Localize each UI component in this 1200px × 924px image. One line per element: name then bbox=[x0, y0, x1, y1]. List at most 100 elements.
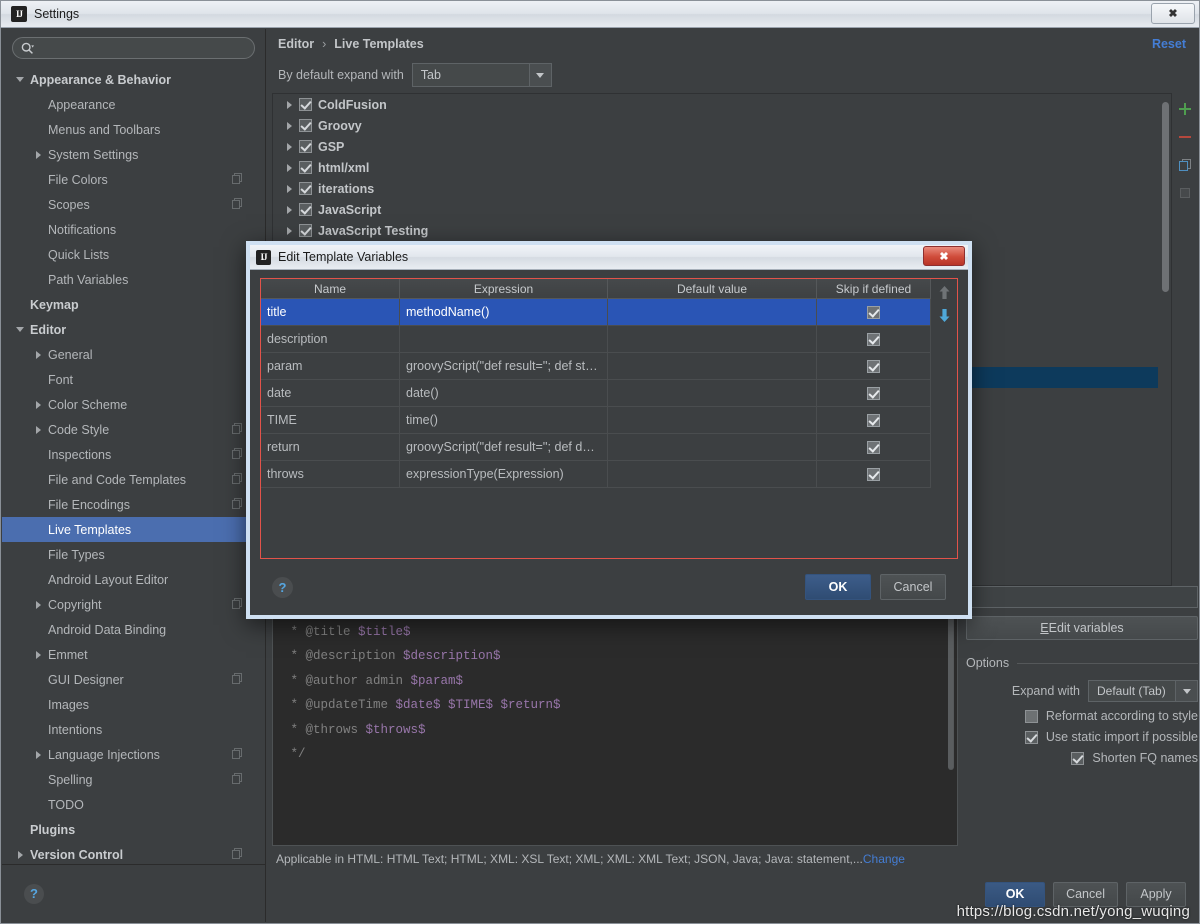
cell-expression[interactable]: groovyScript("def result=''; def st… bbox=[400, 353, 608, 379]
sidebar-item-gui-designer[interactable]: GUI Designer bbox=[2, 667, 265, 692]
code-editor-scrollbar[interactable] bbox=[946, 588, 956, 844]
sidebar-item-menus-and-toolbars[interactable]: Menus and Toolbars bbox=[2, 117, 265, 142]
column-header[interactable]: Expression bbox=[400, 279, 608, 299]
add-template-button[interactable] bbox=[1177, 101, 1193, 117]
arrow-up-icon[interactable] bbox=[938, 285, 951, 300]
dialog-close-button[interactable]: ✖ bbox=[923, 246, 965, 266]
dialog-ok-button[interactable]: OK bbox=[805, 574, 871, 600]
window-close-button[interactable]: ✖ bbox=[1151, 3, 1195, 24]
variables-table[interactable]: Name Expression Default value Skip if defin… bbox=[261, 279, 931, 558]
cell-default-value[interactable] bbox=[608, 461, 817, 487]
sidebar-item-code-style[interactable]: Code Style bbox=[2, 417, 265, 442]
skip-if-defined-checkbox[interactable] bbox=[867, 413, 880, 427]
cell-default-value[interactable] bbox=[608, 353, 817, 379]
option-row[interactable]: Reformat according to style bbox=[966, 709, 1198, 723]
twisty-right-icon[interactable] bbox=[281, 205, 297, 214]
expand-with-select[interactable]: Tab bbox=[411, 63, 552, 87]
template-group-row[interactable]: JavaScript Testing bbox=[273, 220, 1158, 241]
cell-name[interactable]: throws bbox=[261, 461, 400, 487]
sidebar-item-font[interactable]: Font bbox=[2, 367, 265, 392]
sidebar-item-images[interactable]: Images bbox=[2, 692, 265, 717]
sidebar-item-scopes[interactable]: Scopes bbox=[2, 192, 265, 217]
twisty-right-icon[interactable] bbox=[281, 142, 297, 151]
sidebar-item-file-and-code-templates[interactable]: File and Code Templates bbox=[2, 467, 265, 492]
option-checkbox[interactable] bbox=[1024, 709, 1038, 723]
twisty-down-icon[interactable] bbox=[12, 77, 28, 82]
template-code-editor[interactable]: /** * @title $title$ * @description $des… bbox=[272, 586, 958, 846]
arrow-down-icon[interactable] bbox=[938, 308, 951, 323]
cell-name[interactable]: title bbox=[261, 299, 400, 325]
variables-table-body[interactable]: title methodName() description param groovyS… bbox=[261, 299, 931, 558]
help-button[interactable]: ? bbox=[24, 883, 44, 904]
sidebar-item-file-encodings[interactable]: File Encodings bbox=[2, 492, 265, 517]
table-row[interactable]: param groovyScript("def result=''; def st… bbox=[261, 353, 931, 380]
cell-skip-if-defined[interactable] bbox=[817, 380, 931, 406]
twisty-right-icon[interactable] bbox=[281, 100, 297, 109]
sidebar-item-general[interactable]: General bbox=[2, 342, 265, 367]
search-input[interactable] bbox=[38, 41, 246, 55]
sidebar-item-appearance-behavior[interactable]: Appearance & Behavior bbox=[2, 67, 265, 92]
cell-expression[interactable] bbox=[400, 326, 608, 352]
description-field[interactable] bbox=[966, 586, 1198, 608]
twisty-right-icon[interactable] bbox=[281, 163, 297, 172]
template-group-checkbox[interactable] bbox=[299, 203, 312, 216]
template-group-checkbox[interactable] bbox=[299, 182, 312, 195]
table-row[interactable]: return groovyScript("def result=''; def d… bbox=[261, 434, 931, 461]
cell-skip-if-defined[interactable] bbox=[817, 299, 931, 325]
settings-tree[interactable]: Appearance & Behavior Appearance Menus and… bbox=[2, 65, 265, 864]
cell-expression[interactable]: date() bbox=[400, 380, 608, 406]
option-row[interactable]: Shorten FQ names bbox=[966, 751, 1198, 765]
skip-if-defined-checkbox[interactable] bbox=[867, 305, 880, 319]
twisty-right-icon[interactable] bbox=[281, 226, 297, 235]
sidebar-item-language-injections[interactable]: Language Injections bbox=[2, 742, 265, 767]
cell-default-value[interactable] bbox=[608, 407, 817, 433]
twisty-right-icon[interactable] bbox=[30, 400, 46, 409]
sidebar-item-system-settings[interactable]: System Settings bbox=[2, 142, 265, 167]
chevron-down-icon[interactable] bbox=[1175, 681, 1197, 701]
cell-name[interactable]: return bbox=[261, 434, 400, 460]
option-row[interactable]: Use static import if possible bbox=[966, 730, 1198, 744]
twisty-right-icon[interactable] bbox=[281, 184, 297, 193]
cell-skip-if-defined[interactable] bbox=[817, 353, 931, 379]
sidebar-item-copyright[interactable]: Copyright bbox=[2, 592, 265, 617]
sidebar-item-appearance[interactable]: Appearance bbox=[2, 92, 265, 117]
table-row[interactable]: TIME time() bbox=[261, 407, 931, 434]
cell-skip-if-defined[interactable] bbox=[817, 326, 931, 352]
column-header[interactable]: Default value bbox=[608, 279, 817, 299]
column-header[interactable]: Name bbox=[261, 279, 400, 299]
option-checkbox[interactable] bbox=[1024, 730, 1038, 744]
template-list-scrollbar[interactable] bbox=[1158, 93, 1172, 586]
sidebar-item-emmet[interactable]: Emmet bbox=[2, 642, 265, 667]
cell-default-value[interactable] bbox=[608, 380, 817, 406]
skip-if-defined-checkbox[interactable] bbox=[867, 440, 880, 454]
sidebar-item-plugins[interactable]: Plugins bbox=[2, 817, 265, 842]
template-group-checkbox[interactable] bbox=[299, 161, 312, 174]
option-checkbox[interactable] bbox=[1071, 751, 1085, 765]
cell-skip-if-defined[interactable] bbox=[817, 434, 931, 460]
cell-default-value[interactable] bbox=[608, 299, 817, 325]
twisty-right-icon[interactable] bbox=[30, 750, 46, 759]
cell-skip-if-defined[interactable] bbox=[817, 461, 931, 487]
twisty-right-icon[interactable] bbox=[281, 121, 297, 130]
cell-default-value[interactable] bbox=[608, 434, 817, 460]
cell-default-value[interactable] bbox=[608, 326, 817, 352]
template-group-row[interactable]: Groovy bbox=[273, 115, 1158, 136]
sidebar-item-live-templates[interactable]: Live Templates bbox=[2, 517, 265, 542]
sidebar-item-editor[interactable]: Editor bbox=[2, 317, 265, 342]
sidebar-item-android-layout-editor[interactable]: Android Layout Editor bbox=[2, 567, 265, 592]
sidebar-item-quick-lists[interactable]: Quick Lists bbox=[2, 242, 265, 267]
sidebar-item-intentions[interactable]: Intentions bbox=[2, 717, 265, 742]
twisty-right-icon[interactable] bbox=[30, 150, 46, 159]
skip-if-defined-checkbox[interactable] bbox=[867, 386, 880, 400]
sidebar-item-notifications[interactable]: Notifications bbox=[2, 217, 265, 242]
sidebar-item-file-colors[interactable]: File Colors bbox=[2, 167, 265, 192]
table-row[interactable]: description bbox=[261, 326, 931, 353]
template-group-row[interactable]: html/xml bbox=[273, 157, 1158, 178]
cell-name[interactable]: date bbox=[261, 380, 400, 406]
dialog-help-button[interactable]: ? bbox=[272, 576, 293, 598]
cell-name[interactable]: param bbox=[261, 353, 400, 379]
sidebar-item-file-types[interactable]: File Types bbox=[2, 542, 265, 567]
cell-name[interactable]: TIME bbox=[261, 407, 400, 433]
edit-variables-button[interactable]: E Edit variables bbox=[966, 616, 1198, 640]
remove-template-button[interactable] bbox=[1177, 129, 1193, 145]
